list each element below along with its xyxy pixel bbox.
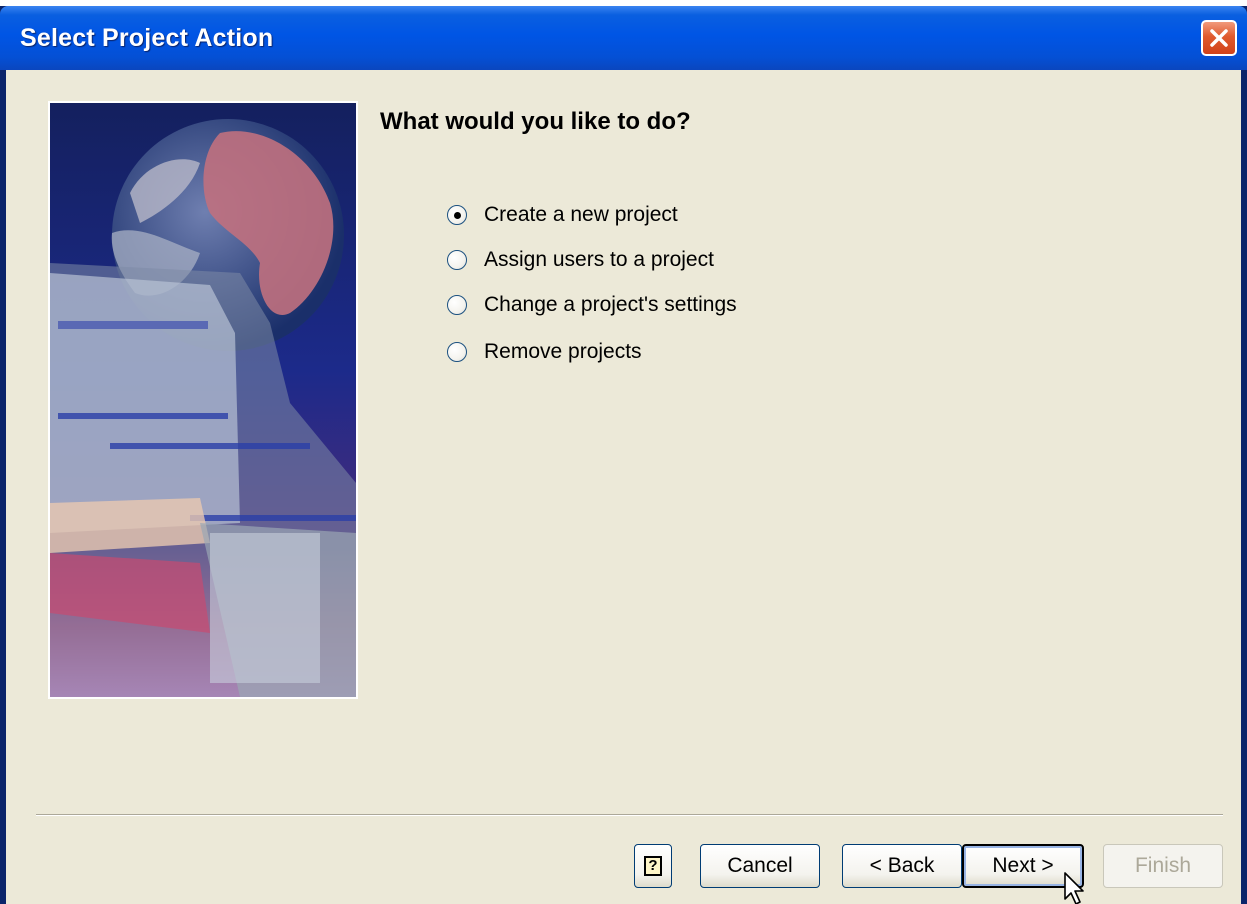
option-change-settings[interactable]: Change a project's settings	[447, 290, 737, 320]
radio-button[interactable]	[447, 295, 467, 315]
finish-button: Finish	[1103, 844, 1223, 888]
option-label[interactable]: Remove projects	[484, 340, 642, 364]
option-create-new-project[interactable]: Create a new project	[447, 200, 678, 230]
title-bar[interactable]: Select Project Action	[0, 6, 1247, 70]
help-icon: ?	[644, 856, 662, 876]
cancel-button[interactable]: Cancel	[700, 844, 820, 888]
option-label[interactable]: Change a project's settings	[484, 293, 737, 317]
option-assign-users[interactable]: Assign users to a project	[447, 245, 714, 275]
back-button[interactable]: < Back	[842, 844, 962, 888]
option-remove-projects[interactable]: Remove projects	[447, 337, 642, 367]
help-button[interactable]: ?	[634, 844, 672, 888]
option-label[interactable]: Create a new project	[484, 203, 678, 227]
wizard-illustration	[48, 101, 358, 699]
option-label[interactable]: Assign users to a project	[484, 248, 714, 272]
mouse-pointer-icon	[1064, 872, 1084, 904]
radio-button[interactable]	[447, 250, 467, 270]
dialog-client-area: What would you like to do? Create a new …	[6, 70, 1241, 904]
radio-button-checked[interactable]	[447, 205, 467, 225]
close-button[interactable]	[1201, 20, 1237, 56]
radio-button[interactable]	[447, 342, 467, 362]
question-heading: What would you like to do?	[380, 108, 691, 135]
dialog-window: Select Project Action What would you lik…	[0, 6, 1247, 904]
separator	[36, 814, 1223, 816]
close-icon	[1210, 29, 1228, 47]
window-title: Select Project Action	[20, 24, 274, 52]
